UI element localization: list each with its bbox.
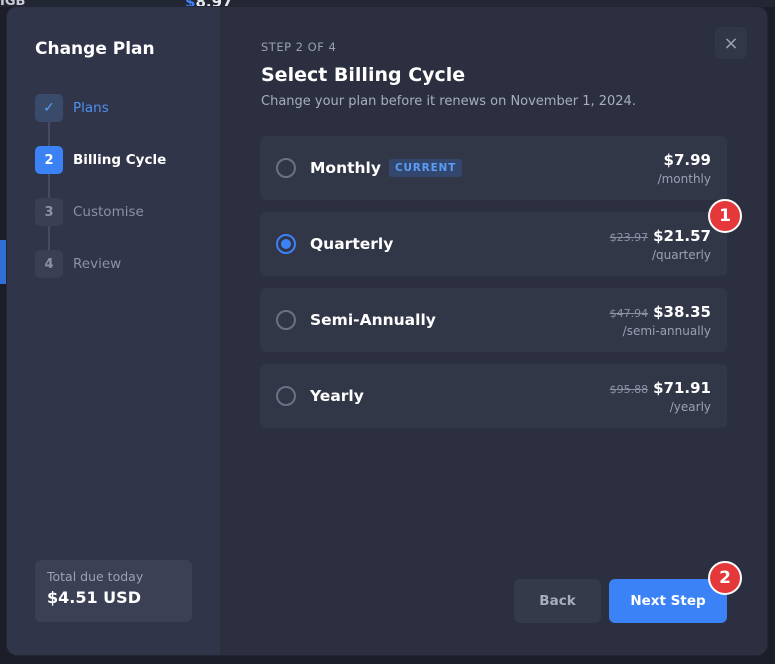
- check-icon: ✓: [35, 94, 63, 122]
- radio-button[interactable]: [276, 310, 296, 330]
- step-plans[interactable]: ✓ Plans: [35, 94, 205, 122]
- step-customise: 3 Customise: [35, 198, 205, 226]
- step-caption: STEP 2 OF 4: [261, 40, 337, 54]
- step-number: 4: [35, 250, 63, 278]
- background-page: [0, 0, 775, 7]
- price-block: $7.99 /monthly: [658, 151, 711, 186]
- modal-main: × STEP 2 OF 4 Select Billing Cycle Chang…: [221, 7, 767, 655]
- step-billing-cycle[interactable]: 2 Billing Cycle: [35, 146, 205, 174]
- price: $21.57: [653, 226, 711, 245]
- option-name: Yearly: [310, 387, 364, 405]
- price-period: /monthly: [657, 171, 711, 186]
- step-label: Plans: [73, 100, 109, 116]
- price-period: /quarterly: [651, 247, 711, 262]
- step-review: 4 Review: [35, 250, 205, 278]
- step-label: Customise: [73, 204, 144, 220]
- option-name: Monthly: [310, 159, 381, 177]
- price-period: /semi-annually: [622, 323, 711, 338]
- annotation-marker-2: 2: [708, 561, 742, 595]
- option-quarterly[interactable]: Quarterly $23.97 $21.57 /quarterly: [260, 212, 727, 276]
- price-period: /yearly: [669, 399, 711, 414]
- step-label: Review: [73, 256, 122, 272]
- old-price: $47.94: [609, 306, 649, 320]
- background-accent: [0, 240, 6, 284]
- back-button[interactable]: Back: [514, 579, 601, 623]
- option-name: Semi-Annually: [310, 311, 436, 329]
- radio-button[interactable]: [276, 158, 296, 178]
- radio-button[interactable]: [276, 386, 296, 406]
- total-due-label: Total due today: [47, 569, 144, 584]
- option-name: Quarterly: [310, 235, 394, 253]
- step-label: Billing Cycle: [73, 152, 167, 168]
- radio-button-selected[interactable]: [276, 234, 296, 254]
- stepper-connector: [48, 122, 50, 146]
- price-block: $47.94 $38.35 /semi-annually: [610, 303, 711, 338]
- sidebar-title: Change Plan: [35, 39, 155, 59]
- close-icon: ×: [723, 32, 739, 54]
- current-badge: CURRENT: [388, 159, 463, 177]
- total-due-box: Total due today $4.51 USD: [35, 560, 192, 622]
- step-number: 3: [35, 198, 63, 226]
- price: $7.99: [663, 150, 711, 169]
- option-monthly[interactable]: Monthly CURRENT $7.99 /monthly: [260, 136, 727, 200]
- price: $71.91: [653, 378, 711, 397]
- modal-sidebar: Change Plan ✓ Plans 2 Billing Cycle 3 Cu…: [7, 7, 221, 655]
- change-plan-modal: Change Plan ✓ Plans 2 Billing Cycle 3 Cu…: [7, 7, 767, 655]
- page-title: Select Billing Cycle: [261, 64, 466, 86]
- annotation-marker-1: 1: [708, 199, 742, 233]
- close-button[interactable]: ×: [715, 27, 747, 59]
- price-block: $95.88 $71.91 /yearly: [610, 379, 711, 414]
- page-subtitle: Change your plan before it renews on Nov…: [261, 94, 636, 109]
- price-block: $23.97 $21.57 /quarterly: [610, 227, 711, 262]
- step-number: 2: [35, 146, 63, 174]
- old-price: $95.88: [609, 382, 649, 396]
- total-due-value: $4.51 USD: [47, 588, 141, 607]
- stepper-connector: [48, 174, 50, 198]
- price: $38.35: [653, 302, 711, 321]
- stepper-connector: [48, 226, 50, 250]
- option-yearly[interactable]: Yearly $95.88 $71.91 /yearly: [260, 364, 727, 428]
- old-price: $23.97: [609, 230, 649, 244]
- option-semi-annually[interactable]: Semi-Annually $47.94 $38.35 /semi-annual…: [260, 288, 727, 352]
